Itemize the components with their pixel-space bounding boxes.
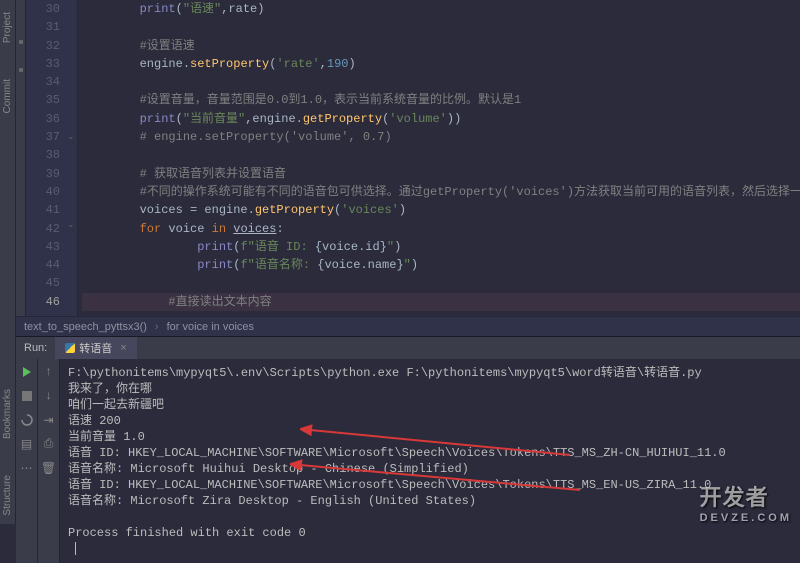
code-text-area[interactable]: print("语速",rate) #设置语速 engine.setPropert… <box>78 0 800 316</box>
sidebar-tab-commit[interactable]: Commit <box>0 71 15 121</box>
breadcrumb[interactable]: text_to_speech_pyttsx3() › for voice in … <box>16 316 800 336</box>
run-panel: Run: 转语音 × ▤ ⋯ ↑ ↓ ⇥ <box>16 336 800 524</box>
breadcrumb-function[interactable]: text_to_speech_pyttsx3() <box>24 321 147 333</box>
left-micro-strip <box>16 0 26 316</box>
run-panel-label: Run: <box>16 342 55 354</box>
python-icon <box>65 343 75 353</box>
print-icon[interactable]: ⎙ <box>42 437 56 451</box>
breadcrumb-loop[interactable]: for voice in voices <box>167 321 254 333</box>
chevron-right-icon: › <box>155 321 159 333</box>
wrap-icon[interactable]: ⇥ <box>42 413 56 427</box>
more-button[interactable]: ⋯ <box>20 461 34 475</box>
fold-marker-icon[interactable]: ⌄ <box>67 220 75 230</box>
layout-button[interactable]: ▤ <box>20 437 34 451</box>
line-number-gutter[interactable]: 3031323334353637383940414243444546 <box>26 0 66 316</box>
run-tab-title: 转语音 <box>79 340 112 356</box>
run-toolbar: ▤ ⋯ <box>16 359 38 563</box>
restart-button[interactable] <box>20 413 34 427</box>
console-output[interactable]: F:\pythonitems\mypyqt5\.env\Scripts\pyth… <box>60 359 800 563</box>
rerun-button[interactable] <box>20 365 34 379</box>
run-sub-toolbar: ↑ ↓ ⇥ ⎙ 🗑 <box>38 359 60 563</box>
up-icon[interactable]: ↑ <box>42 365 56 379</box>
close-icon[interactable]: × <box>120 342 126 354</box>
watermark: 开发者 DEVZE.COM <box>700 480 792 524</box>
sidebar-tab-structure[interactable]: Structure <box>0 467 15 524</box>
sidebar-tab-project[interactable]: Project <box>0 4 15 51</box>
run-panel-header[interactable]: Run: 转语音 × <box>16 337 800 359</box>
sidebar-tab-bookmarks[interactable]: Bookmarks <box>0 381 15 447</box>
left-tool-sidebar: Project Commit Bookmarks Structure <box>0 0 16 524</box>
down-icon[interactable]: ↓ <box>42 389 56 403</box>
fold-strip[interactable]: ⌄ ⌄ <box>66 0 78 316</box>
fold-marker-icon[interactable]: ⌄ <box>67 132 75 142</box>
trash-icon[interactable]: 🗑 <box>42 461 56 475</box>
run-tab[interactable]: 转语音 × <box>55 337 136 359</box>
code-editor[interactable]: 3031323334353637383940414243444546 ⌄ ⌄ p… <box>16 0 800 316</box>
stop-button[interactable] <box>20 389 34 403</box>
